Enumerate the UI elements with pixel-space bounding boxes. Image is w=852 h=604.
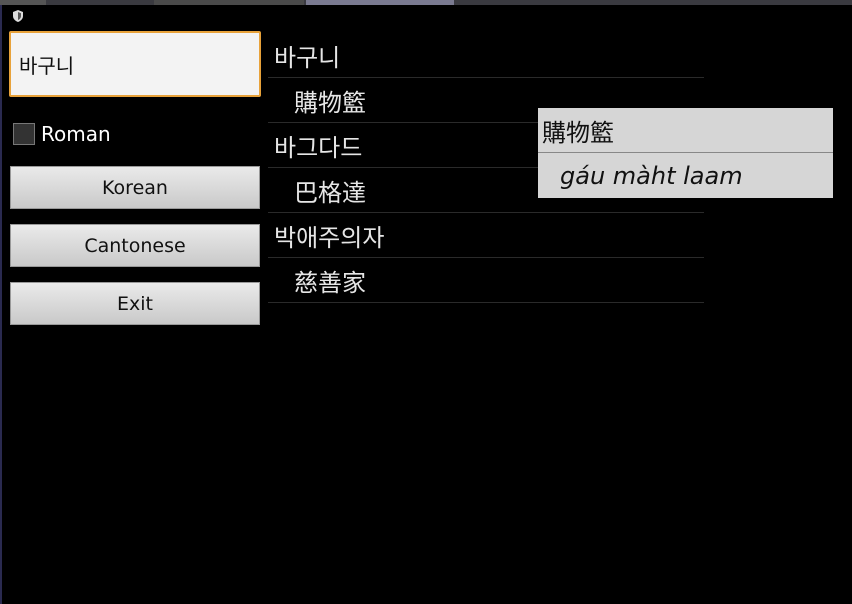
roman-toggle[interactable]: Roman [13, 120, 111, 148]
translation-popup[interactable]: 購物籃 gáu màht laam [538, 108, 833, 199]
roman-label: Roman [41, 122, 111, 146]
exit-button[interactable]: Exit [10, 282, 260, 325]
list-item-korean[interactable]: 바구니 [268, 33, 704, 78]
cantonese-button[interactable]: Cantonese [10, 224, 260, 267]
tab-segment [0, 0, 46, 5]
list-item-chinese[interactable]: 慈善家 [268, 258, 704, 303]
tab-segment [306, 0, 454, 5]
popup-title: 購物籃 [538, 108, 833, 153]
search-input-value: 바구니 [19, 53, 75, 78]
list-item-korean[interactable]: 박애주의자 [268, 213, 704, 258]
top-status-bar [0, 0, 852, 5]
popup-romanization: gáu màht laam [538, 153, 833, 198]
korean-button[interactable]: Korean [10, 166, 260, 209]
window-edge [0, 5, 2, 604]
roman-checkbox[interactable] [13, 123, 35, 145]
tab-segment [154, 0, 304, 5]
search-input[interactable]: 바구니 [9, 31, 261, 97]
shield-icon [13, 10, 23, 22]
